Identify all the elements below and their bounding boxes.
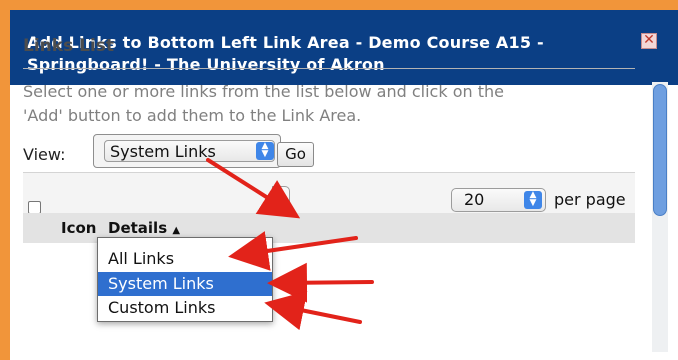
description: Select one or more links from the list b… <box>23 80 623 128</box>
scrollbar-thumb[interactable] <box>653 84 667 216</box>
select-spinner-icon: ▲ ▼ <box>524 191 542 209</box>
dialog-title-line-1: Add Links to Bottom Left Link Area - Dem… <box>27 33 544 52</box>
description-line-2: 'Add' button to add them to the Link Are… <box>23 106 362 125</box>
dropdown-option-system-links[interactable]: System Links <box>98 272 272 296</box>
section-divider <box>23 68 635 69</box>
per-page-value: 20 <box>464 190 485 209</box>
view-label: View: <box>23 145 66 164</box>
select-spinner-icon: ▲ ▼ <box>256 142 274 160</box>
per-page-label: per page <box>554 190 626 209</box>
go-button[interactable]: Go <box>277 142 314 167</box>
dropdown-option-all-links[interactable]: All Links <box>98 247 272 271</box>
dialog-title-line-2: Springboard! - The University of Akron <box>27 55 385 74</box>
dialog-title: Add Links to Bottom Left Link Area - Dem… <box>27 32 627 76</box>
column-header-details[interactable]: Details ▲ <box>108 219 180 237</box>
action-select-edge[interactable] <box>272 186 290 208</box>
sort-ascending-icon: ▲ <box>172 225 181 236</box>
close-icon[interactable]: ✕ <box>641 33 657 49</box>
view-select-value: System Links <box>110 142 216 161</box>
section-title: Links List <box>23 36 115 56</box>
column-header-icon: Icon <box>61 219 97 237</box>
dropdown-option-custom-links[interactable]: Custom Links <box>98 296 272 320</box>
column-header-details-label: Details <box>108 219 168 237</box>
description-line-1: Select one or more links from the list b… <box>23 82 504 101</box>
